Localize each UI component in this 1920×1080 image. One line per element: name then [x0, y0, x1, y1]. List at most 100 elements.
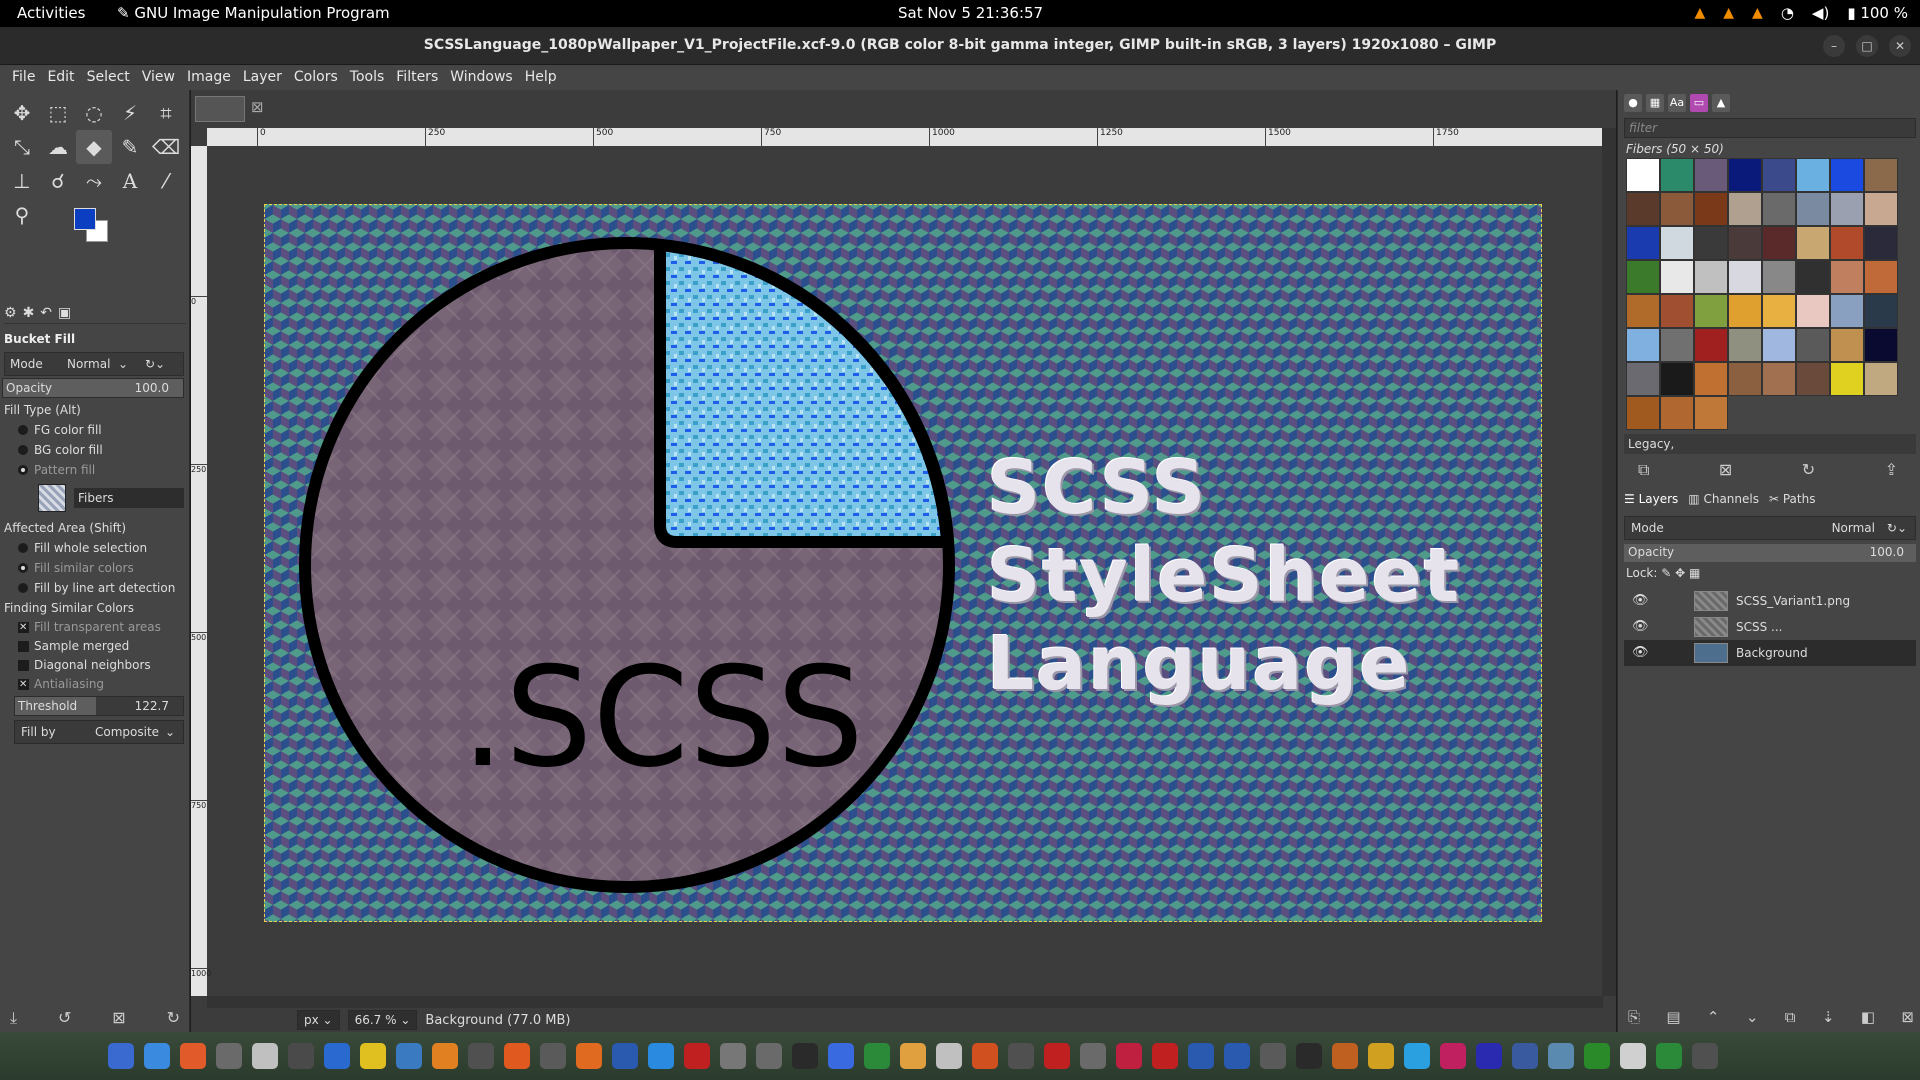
delete-options-icon[interactable]: ⊠ — [112, 1008, 125, 1028]
pattern-cell[interactable] — [1796, 260, 1830, 294]
clone-icon[interactable]: ⊥ — [4, 164, 40, 198]
fg-color-fill-radio[interactable]: FG color fill — [0, 420, 190, 440]
pattern-cell[interactable] — [1694, 260, 1728, 294]
system-tray[interactable]: ▲ ▲ ▲ ◔ ◀) ▮ 100 % — [1694, 4, 1908, 22]
taskbar-app-icon[interactable] — [1512, 1043, 1538, 1069]
pattern-cell[interactable] — [1694, 396, 1728, 430]
taskbar-app-icon[interactable] — [324, 1043, 350, 1069]
reset-icon[interactable]: ↻⌄ — [145, 353, 165, 375]
taskbar-app-icon[interactable] — [1620, 1043, 1646, 1069]
diagonal-neighbors-checkbox[interactable]: Diagonal neighbors — [0, 656, 190, 675]
pattern-cell[interactable] — [1864, 294, 1898, 328]
pattern-cell[interactable] — [1694, 226, 1728, 260]
pattern-cell[interactable] — [1762, 192, 1796, 226]
pattern-cell[interactable] — [1796, 362, 1830, 396]
taskbar-app-icon[interactable] — [792, 1043, 818, 1069]
taskbar-app-icon[interactable] — [1296, 1043, 1322, 1069]
tool-options-tab-icon[interactable]: ⚙ — [4, 305, 17, 321]
unit-select[interactable]: px ⌄ — [297, 1010, 340, 1030]
pattern-cell[interactable] — [1694, 362, 1728, 396]
taskbar-app-icon[interactable] — [1656, 1043, 1682, 1069]
vertical-ruler[interactable]: 0 250 500 750 1000 — [191, 146, 211, 996]
pattern-cell[interactable] — [1660, 362, 1694, 396]
menu-filters[interactable]: Filters — [390, 65, 444, 90]
taskbar-app-icon[interactable] — [756, 1043, 782, 1069]
taskbar-app-icon[interactable] — [468, 1043, 494, 1069]
horizontal-ruler[interactable]: 0 250 500 750 1000 1250 1500 1750 — [207, 128, 1603, 146]
raise-layer-icon[interactable]: ⌃ — [1707, 1008, 1720, 1026]
visibility-eye-icon[interactable]: 👁 — [1632, 588, 1649, 614]
pattern-fill-radio[interactable]: Pattern fill — [0, 460, 190, 480]
layer-row[interactable]: 👁 Background — [1624, 640, 1916, 666]
pattern-cell[interactable] — [1660, 192, 1694, 226]
text-tool-icon[interactable]: A — [112, 164, 148, 198]
horizontal-scrollbar[interactable] — [207, 996, 1603, 1008]
threshold-slider[interactable]: Threshold 122.7 — [14, 696, 184, 716]
app-menu[interactable]: ✎ GNU Image Manipulation Program — [117, 4, 390, 22]
paintbrush-icon[interactable]: ✎ — [112, 130, 148, 164]
pattern-cell[interactable] — [1728, 260, 1762, 294]
pattern-cell[interactable] — [1762, 328, 1796, 362]
zoom-icon[interactable]: ⚲ — [4, 198, 40, 232]
tab-layers[interactable]: ☰ Layers — [1624, 492, 1678, 506]
images-tab-icon[interactable]: ▣ — [58, 305, 71, 321]
wifi-icon[interactable]: ◔ — [1781, 4, 1794, 22]
lock-position-icon[interactable]: ✥ — [1675, 566, 1685, 580]
duplicate-layer-icon[interactable]: ⧉ — [1785, 1008, 1796, 1026]
pattern-cell[interactable] — [1626, 192, 1660, 226]
tab-paths[interactable]: ✂ Paths — [1769, 492, 1816, 506]
pattern-cell[interactable] — [1660, 396, 1694, 430]
lasso-icon[interactable]: ◌ — [76, 96, 112, 130]
tab-channels[interactable]: ▥ Channels — [1688, 492, 1759, 506]
taskbar-app-icon[interactable] — [288, 1043, 314, 1069]
menu-layer[interactable]: Layer — [237, 65, 288, 90]
taskbar-app-icon[interactable] — [936, 1043, 962, 1069]
taskbar-app-icon[interactable] — [900, 1043, 926, 1069]
taskbar-app-icon[interactable] — [576, 1043, 602, 1069]
mode-select[interactable]: Mode Normal ⌄ ↻⌄ — [4, 352, 184, 376]
menu-image[interactable]: Image — [181, 65, 237, 90]
merge-layer-icon[interactable]: ⇣ — [1822, 1008, 1835, 1026]
pattern-cell[interactable] — [1728, 158, 1762, 192]
pattern-cell[interactable] — [1830, 328, 1864, 362]
menu-tools[interactable]: Tools — [344, 65, 391, 90]
pattern-cell[interactable] — [1660, 294, 1694, 328]
rect-select-icon[interactable]: ⬚ — [40, 96, 76, 130]
taskbar-app-icon[interactable] — [612, 1043, 638, 1069]
edit-pattern-icon[interactable]: ⧉ — [1638, 460, 1649, 480]
pattern-cell[interactable] — [1864, 158, 1898, 192]
minimize-icon[interactable]: – — [1823, 35, 1845, 57]
reset-options-icon[interactable]: ↻ — [167, 1008, 180, 1028]
taskbar-app-icon[interactable] — [828, 1043, 854, 1069]
pattern-cell[interactable] — [1694, 192, 1728, 226]
menu-view[interactable]: View — [136, 65, 181, 90]
warp-icon[interactable]: ☁ — [40, 130, 76, 164]
clock[interactable]: Sat Nov 5 21:36:57 — [898, 4, 1043, 22]
warning-icon[interactable]: ▲ — [1752, 5, 1763, 21]
new-group-icon[interactable]: ▤ — [1666, 1008, 1680, 1026]
taskbar-app-icon[interactable] — [1080, 1043, 1106, 1069]
pattern-cell[interactable] — [1830, 362, 1864, 396]
taskbar-app-icon[interactable] — [1692, 1043, 1718, 1069]
crop-icon[interactable]: ⌗ — [148, 96, 184, 130]
volume-icon[interactable]: ◀) — [1812, 4, 1829, 22]
taskbar-app-icon[interactable] — [504, 1043, 530, 1069]
eraser-icon[interactable]: ⌫ — [148, 130, 184, 164]
pattern-cell[interactable] — [1626, 260, 1660, 294]
pattern-cell[interactable] — [1864, 362, 1898, 396]
pattern-cell[interactable] — [1660, 158, 1694, 192]
taskbar-app-icon[interactable] — [396, 1043, 422, 1069]
pattern-cell[interactable] — [1796, 192, 1830, 226]
pattern-cell[interactable] — [1864, 260, 1898, 294]
menu-help[interactable]: Help — [519, 65, 563, 90]
pattern-filter-input[interactable]: filter — [1624, 118, 1916, 138]
menu-windows[interactable]: Windows — [444, 65, 519, 90]
pattern-cell[interactable] — [1660, 328, 1694, 362]
antialiasing-checkbox[interactable]: Antialiasing — [0, 675, 190, 694]
menu-select[interactable]: Select — [81, 65, 136, 90]
pattern-cell[interactable] — [1864, 226, 1898, 260]
pattern-cell[interactable] — [1830, 294, 1864, 328]
taskbar-app-icon[interactable] — [1404, 1043, 1430, 1069]
taskbar-app-icon[interactable] — [1116, 1043, 1142, 1069]
image-tab-thumbnail[interactable] — [195, 96, 245, 122]
